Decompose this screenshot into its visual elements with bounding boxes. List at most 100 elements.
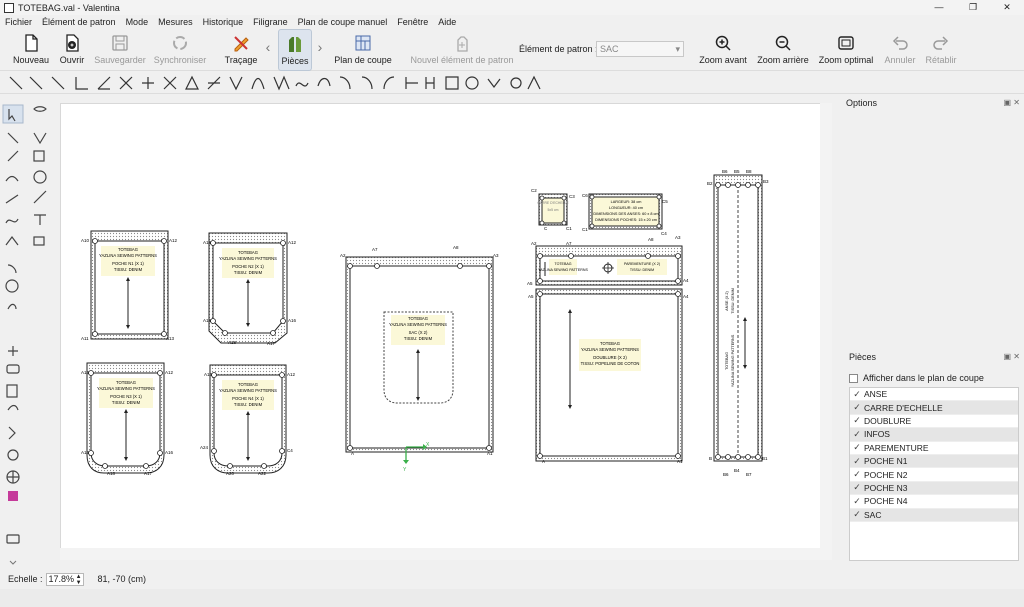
layout-button[interactable]: Plan de coupe: [332, 29, 394, 71]
redo-label: Rétablir: [925, 55, 957, 65]
svg-text:A3: A3: [675, 235, 681, 240]
pattern-drawing[interactable]: TOTEBAG YAZLINA SEWING PATTERNS POCHE N1…: [61, 104, 833, 561]
piece-name: DOUBLURE: [864, 415, 912, 426]
open-label: Ouvrir: [59, 55, 85, 65]
piece-doublure[interactable]: TOTEBAG YAZLINA SEWING PATTERNS DOUBLURE…: [528, 288, 689, 464]
piece-row-doublure[interactable]: ✓ DOUBLURE: [850, 415, 1018, 429]
menu-bar: Fichier Élément de patron Mode Mesures H…: [0, 15, 1024, 29]
svg-text:A12: A12: [165, 370, 174, 375]
tracing-button[interactable]: Traçage: [222, 29, 260, 71]
piece-row-anse[interactable]: ✓ ANSE: [850, 388, 1018, 402]
pattern-canvas[interactable]: TOTEBAG YAZLINA SEWING PATTERNS POCHE N1…: [60, 103, 832, 560]
prev-mode-arrow[interactable]: ‹: [263, 29, 273, 71]
piece-row-infos[interactable]: ✓ INFOS: [850, 428, 1018, 442]
svg-text:B: B: [709, 456, 712, 461]
sync-icon: [173, 36, 187, 50]
piece-row-poche-n4[interactable]: ✓ POCHE N4: [850, 495, 1018, 509]
svg-text:A2: A2: [340, 253, 346, 258]
piece-row-sac[interactable]: ✓ SAC: [850, 508, 1018, 522]
pieces-panel-header: Pièces ▣ ✕: [845, 350, 1024, 364]
piece-poche-n3[interactable]: TOTEBAG YAZLINA SEWING PATTERNS POCHE N3…: [81, 362, 174, 476]
zoom-fit-button[interactable]: Zoom optimal: [817, 29, 875, 71]
tracing-label: Traçage: [224, 55, 258, 65]
pieces-panel-float-close-icons[interactable]: ▣ ✕: [1004, 350, 1020, 364]
svg-text:C: C: [544, 226, 548, 231]
next-mode-arrow[interactable]: ›: [315, 29, 325, 71]
menu-help[interactable]: Aide: [433, 17, 461, 27]
check-icon: ✓: [853, 428, 861, 439]
save-button[interactable]: Sauvegarder: [92, 29, 148, 71]
piece-sac[interactable]: TOTEBAG YAZLINA SEWING PATTERNS SAC (X 2…: [340, 245, 499, 473]
menu-piece[interactable]: Élément de patron: [37, 17, 121, 27]
scale-value: 17.8%: [48, 573, 75, 584]
show-in-layout-checkbox[interactable]: Afficher dans le plan de coupe: [845, 370, 1024, 386]
menu-file[interactable]: Fichier: [0, 17, 37, 27]
doublure-fabric: TISSU: POPELINE DE COTON: [581, 361, 640, 366]
svg-text:A13: A13: [166, 336, 175, 341]
title-bar: TOTEBAG.val - Valentina — ❐ ✕: [0, 0, 1024, 15]
zoom-out-button[interactable]: Zoom arrière: [755, 29, 811, 71]
piece-select[interactable]: SAC ▾: [596, 41, 684, 57]
new-piece-button[interactable]: Nouvel élément de patron: [410, 29, 514, 71]
sync-button[interactable]: Synchroniser: [152, 29, 208, 71]
menu-window[interactable]: Fenêtre: [392, 17, 433, 27]
panel-float-close-icons[interactable]: ▣ ✕: [1004, 96, 1020, 110]
info-line2: LONGUEUR: 40 cm: [609, 206, 643, 210]
minimize-button[interactable]: —: [922, 0, 956, 15]
piece-row-poche-n2[interactable]: ✓ POCHE N2: [850, 468, 1018, 482]
pieces-button[interactable]: Pièces: [278, 29, 312, 71]
check-icon: ✓: [853, 442, 861, 453]
close-button[interactable]: ✕: [990, 0, 1024, 15]
window-title: TOTEBAG.val - Valentina: [18, 2, 120, 13]
new-button[interactable]: Nouveau: [10, 29, 52, 71]
piece-row-parementure[interactable]: ✓ PAREMENTURE: [850, 442, 1018, 455]
piece-name: INFOS: [864, 429, 890, 440]
undo-button[interactable]: Annuler: [882, 29, 918, 71]
piece-parementure[interactable]: TOTEBAG YAZLINA SEWING PATTERNS PAREMENT…: [527, 235, 689, 286]
options-panel: [845, 109, 1024, 349]
spin-arrows-icon[interactable]: ▲ ▼: [76, 574, 82, 586]
chevron-down-icon: ▾: [675, 44, 680, 54]
menu-measures[interactable]: Mesures: [153, 17, 198, 27]
drawing-tools-row: [0, 72, 1024, 94]
anse-title: ANSE (X 2): [725, 290, 729, 310]
new-piece-label: Nouvel élément de patron: [410, 55, 514, 65]
svg-text:A12: A12: [288, 240, 297, 245]
undo-label: Annuler: [884, 55, 916, 65]
drawing-tools-icons[interactable]: [8, 74, 548, 92]
svg-text:A18: A18: [107, 471, 116, 476]
options-panel-header: Options ▣ ✕: [842, 96, 1024, 110]
piece-poche-n2[interactable]: TOTEBAG YAZLINA SEWING PATTERNS POCHE N2…: [203, 232, 297, 346]
svg-text:A1: A1: [487, 451, 493, 456]
sync-label: Synchroniser: [153, 55, 207, 65]
menu-history[interactable]: Historique: [198, 17, 249, 27]
piece-infos[interactable]: LARGEUR: 38 cm LONGUEUR: 40 cm DIMENSION…: [582, 193, 668, 236]
menu-mode[interactable]: Mode: [121, 17, 154, 27]
poche1-title: POCHE N1 (X 1): [112, 261, 144, 266]
piece-row-poche-n1[interactable]: ✓ POCHE N1: [850, 454, 1018, 469]
piece-row-poche-n3[interactable]: ✓ POCHE N3: [850, 481, 1018, 496]
piece-row-carre[interactable]: ✓ CARRE D'ECHELLE: [850, 401, 1018, 415]
parementure-fabric: TISSU: DENIM: [630, 268, 654, 272]
menu-watermark[interactable]: Filigrane: [248, 17, 293, 27]
svg-text:A24: A24: [200, 445, 209, 450]
scale-input[interactable]: 17.8% ▲ ▼: [45, 572, 84, 586]
maximize-button[interactable]: ❐: [956, 0, 990, 15]
svg-text:A15: A15: [81, 370, 90, 375]
piece-poche-n4[interactable]: TOTEBAG YAZLINA SEWING PATTERNS POCHE N4…: [200, 364, 296, 476]
check-icon: ✓: [853, 482, 861, 493]
redo-button[interactable]: Rétablir: [923, 29, 959, 71]
zoom-in-icon: [715, 35, 731, 51]
zoom-in-button[interactable]: Zoom avant: [698, 29, 748, 71]
piece-carre-echelle[interactable]: CARRE D'ECHELLE 5x5 cm C2 C3 C C1: [531, 188, 575, 231]
vertical-scrollbar[interactable]: [820, 103, 832, 550]
piece-anse[interactable]: ANSE (X 2) TISSU: DENIM TOTEBAG YAZLINA …: [707, 169, 769, 477]
svg-text:C4: C4: [661, 231, 667, 236]
svg-text:A5: A5: [528, 294, 534, 299]
svg-text:A: A: [542, 459, 545, 464]
menu-manual-layout[interactable]: Plan de coupe manuel: [293, 17, 393, 27]
left-tools-icons[interactable]: [0, 95, 56, 570]
open-button[interactable]: Ouvrir: [54, 29, 90, 71]
horizontal-scrollbar[interactable]: [60, 548, 832, 560]
piece-poche-n1[interactable]: TOTEBAG YAZLINA SEWING PATTERNS POCHE N1…: [81, 230, 178, 341]
